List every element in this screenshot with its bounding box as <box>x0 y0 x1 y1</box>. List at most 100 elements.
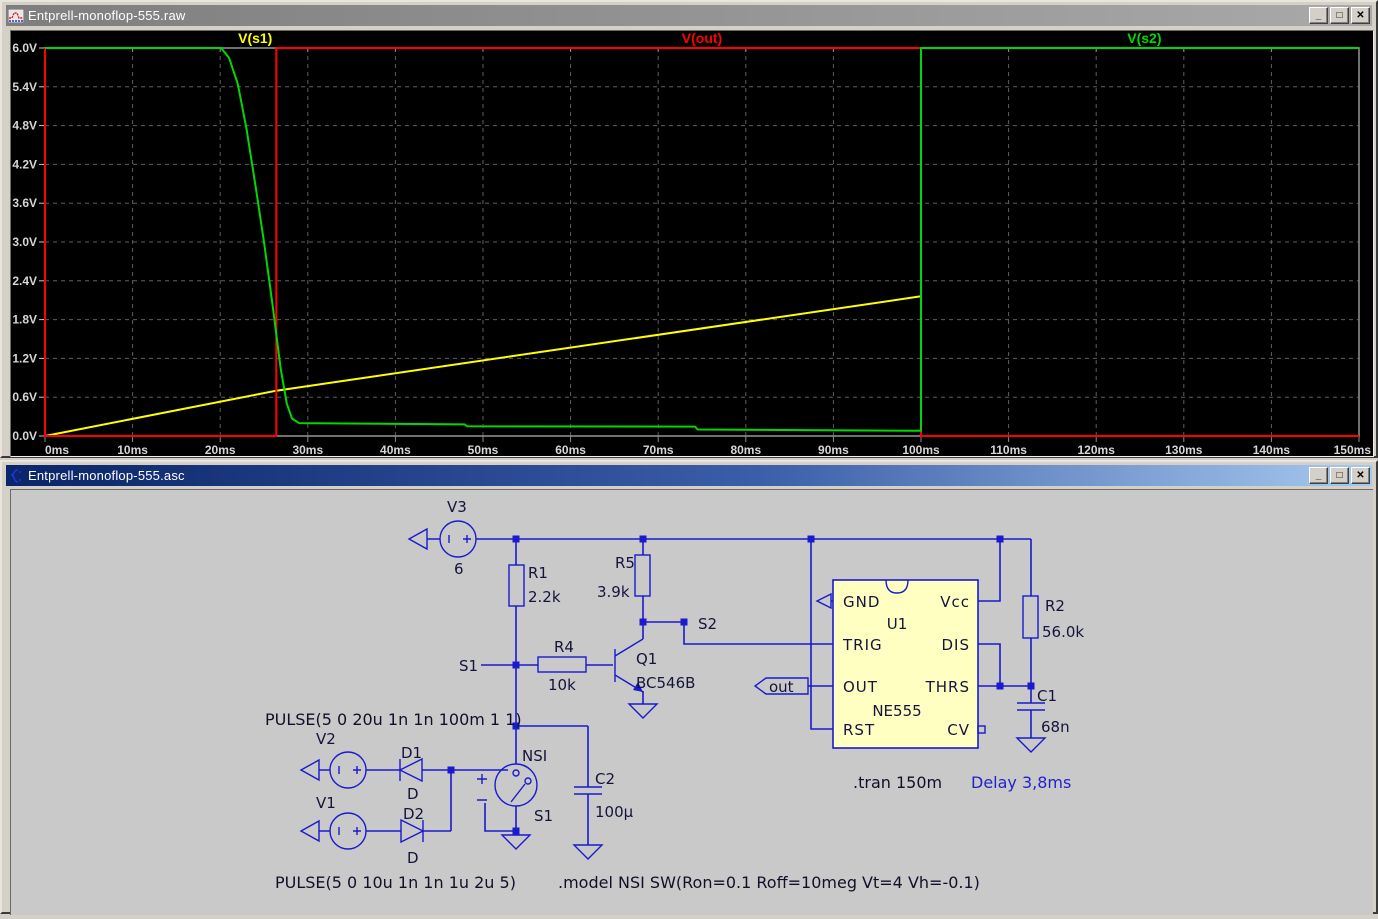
model-directive[interactable]: .model NSI SW(Ron=0.1 Roff=10meg Vt=4 Vh… <box>558 873 980 892</box>
net-label-s2[interactable]: S2 <box>698 615 717 633</box>
pin-cv: CV <box>947 721 970 739</box>
component-value: 6 <box>454 560 464 578</box>
component-label: V3 <box>447 498 467 516</box>
resistor-r5[interactable]: R5 3.9k <box>597 554 650 601</box>
voltage-source-v1[interactable]: V1 <box>301 794 366 849</box>
component-value: 3.9k <box>597 583 630 601</box>
pin-vcc: Vcc <box>940 593 970 611</box>
component-value: D <box>407 785 419 803</box>
schematic-canvas[interactable]: V3 6 R1 2.2k R5 3.9k R4 10k <box>10 489 1373 915</box>
close-button[interactable]: ✕ <box>1351 7 1370 24</box>
x-tick-label: 30ms <box>292 443 323 456</box>
y-tick-label: 5.4V <box>12 80 37 94</box>
y-tick-label: 3.0V <box>12 235 37 249</box>
voltage-source-v2[interactable]: V2 <box>301 730 366 788</box>
v2-pulse-text[interactable]: PULSE(5 0 20u 1n 1n 100m 1 1) <box>265 710 522 729</box>
y-tick-label: 1.2V <box>12 351 37 365</box>
component-label: C2 <box>595 770 615 788</box>
x-tick-label: 60ms <box>555 443 586 456</box>
y-tick-label: 3.6V <box>12 196 37 210</box>
component-value: 100µ <box>595 803 634 821</box>
schematic-window: Entprell-monoflop-555.asc _ □ ✕ <box>0 460 1378 914</box>
y-tick-label: 4.8V <box>12 119 37 133</box>
x-tick-label: 90ms <box>818 443 849 456</box>
x-tick-label: 50ms <box>468 443 499 456</box>
waveform-window: Entprell-monoflop-555.raw _ □ ✕ 0ms 10ms 2… <box>0 0 1378 458</box>
component-label: C1 <box>1037 687 1057 705</box>
component-label: NSI <box>522 747 547 765</box>
v1-pulse-text[interactable]: PULSE(5 0 10u 1n 1n 1u 2u 5) <box>275 873 516 892</box>
voltage-source-v3[interactable]: V3 6 <box>409 498 476 578</box>
pin-out: OUT <box>843 678 878 696</box>
component-value: S1 <box>534 807 553 825</box>
tran-directive[interactable]: .tran 150m <box>853 773 942 792</box>
x-tick-label: 150ms <box>1334 443 1372 456</box>
y-tick-label: 4.2V <box>12 157 37 171</box>
y-tick-label: 6.0V <box>12 41 37 55</box>
comment-text[interactable]: Delay 3,8ms <box>971 773 1071 792</box>
resistor-r1[interactable]: R1 2.2k <box>509 564 561 606</box>
x-tick-label: 110ms <box>990 443 1027 456</box>
component-label: V2 <box>316 730 336 748</box>
trace-V(s2)[interactable] <box>45 48 1359 431</box>
net-label-s1[interactable]: S1 <box>459 657 478 675</box>
component-label: Q1 <box>636 650 657 668</box>
x-tick-label: 10ms <box>117 443 148 456</box>
ic-ne555-u1[interactable]: GND TRIG OUT RST Vcc DIS THRS CV U1 NE55… <box>817 580 985 748</box>
capacitor-c2[interactable]: C2 100µ <box>574 770 634 859</box>
component-label: U1 <box>887 615 908 633</box>
net-label-out: out <box>769 678 794 696</box>
trace-V(s1)[interactable] <box>45 296 921 436</box>
diode-d1[interactable]: D1 D <box>400 744 422 803</box>
x-tick-label: 130ms <box>1165 443 1203 456</box>
maximize-button[interactable]: □ <box>1330 467 1349 484</box>
minimize-button[interactable]: _ <box>1309 467 1328 484</box>
component-value: 10k <box>548 676 576 694</box>
resistor-r4[interactable]: R4 10k <box>538 638 586 694</box>
pin-gnd: GND <box>843 593 880 611</box>
pin-thrs: THRS <box>925 678 970 696</box>
component-value: 68n <box>1041 718 1070 736</box>
x-tick-label: 20ms <box>205 443 236 456</box>
diode-d2[interactable]: D2 D <box>401 805 424 867</box>
pin-dis: DIS <box>942 636 971 654</box>
x-tick-label: 70ms <box>643 443 674 456</box>
schematic-window-title: Entprell-monoflop-555.asc <box>28 468 185 483</box>
component-label: R1 <box>528 564 548 582</box>
x-tick-label: 40ms <box>380 443 411 456</box>
trace-label: V(s2) <box>1127 31 1161 46</box>
trace-label: V(s1) <box>238 31 272 46</box>
x-tick-label: 100ms <box>902 443 940 456</box>
pin-rst: RST <box>843 721 875 739</box>
component-label: D2 <box>403 805 424 823</box>
waveform-chart[interactable]: 0ms 10ms 20ms 30ms 40ms 50ms 60ms 70ms 80ms 90ms 1… <box>11 31 1373 456</box>
waveform-titlebar[interactable]: Entprell-monoflop-555.raw _ □ ✕ <box>6 5 1372 26</box>
maximize-button[interactable]: □ <box>1330 7 1349 24</box>
x-tick-label: 140ms <box>1253 443 1291 456</box>
y-tick-label: 0.6V <box>12 390 37 404</box>
trace-label: V(out) <box>682 31 722 46</box>
y-tick-label: 2.4V <box>12 274 37 288</box>
component-label: V1 <box>316 794 336 812</box>
schematic-drawing: V3 6 R1 2.2k R5 3.9k R4 10k <box>11 490 1373 914</box>
schematic-icon <box>8 469 24 483</box>
y-tick-label: 1.8V <box>12 313 37 327</box>
waveform-window-title: Entprell-monoflop-555.raw <box>28 8 185 23</box>
capacitor-c1[interactable]: C1 68n <box>1017 687 1070 752</box>
component-label: R4 <box>554 638 574 656</box>
component-label: R2 <box>1045 597 1065 615</box>
schematic-titlebar[interactable]: Entprell-monoflop-555.asc _ □ ✕ <box>6 465 1372 486</box>
waveform-plot-area[interactable]: 0ms 10ms 20ms 30ms 40ms 50ms 60ms 70ms 80ms 90ms 1… <box>10 30 1374 457</box>
resistor-r2[interactable]: R2 56.0k <box>1023 596 1084 641</box>
minimize-button[interactable]: _ <box>1309 7 1328 24</box>
close-button[interactable]: ✕ <box>1351 467 1370 484</box>
x-tick-label: 120ms <box>1078 443 1116 456</box>
x-tick-label: 0ms <box>45 443 69 456</box>
component-label: R5 <box>615 554 635 572</box>
component-value: 2.2k <box>528 588 561 606</box>
component-label: D1 <box>401 744 422 762</box>
x-tick-label: 80ms <box>730 443 761 456</box>
transistor-q1[interactable]: Q1 BC546B <box>615 639 695 718</box>
waveform-icon <box>8 9 24 23</box>
net-flag-out[interactable]: out <box>755 678 808 696</box>
